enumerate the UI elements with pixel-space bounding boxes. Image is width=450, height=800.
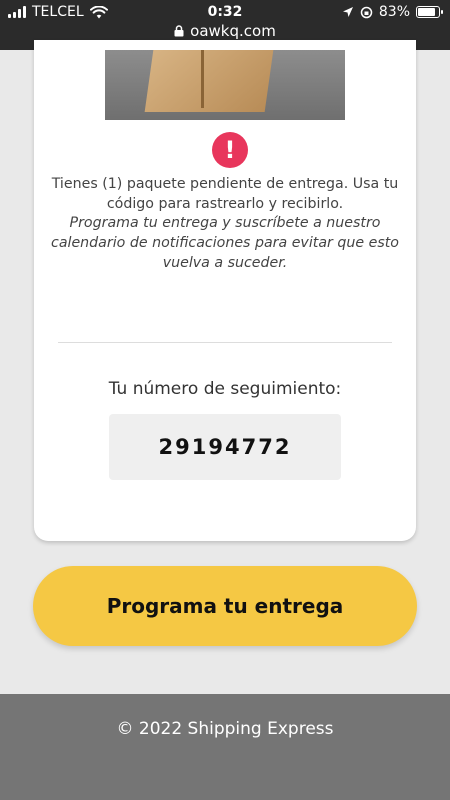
- lock-icon: [174, 25, 184, 37]
- battery-icon: [416, 6, 443, 18]
- footer-copyright: © 2022 Shipping Express: [116, 719, 334, 739]
- schedule-delivery-button[interactable]: Programa tu entrega: [33, 566, 417, 646]
- footer: © 2022 Shipping Express: [0, 694, 450, 800]
- status-right: 83%: [342, 4, 443, 20]
- package-image: [105, 50, 345, 120]
- orientation-lock-icon: [360, 6, 373, 18]
- tracking-label: Tu número de seguimiento:: [108, 379, 342, 399]
- address-bar[interactable]: oawkq.com: [0, 22, 450, 40]
- location-arrow-icon: [342, 7, 353, 17]
- url-text: oawkq.com: [190, 22, 276, 40]
- package-card: ! Tienes (1) paquete pendiente de entreg…: [34, 40, 416, 541]
- alert-icon: !: [212, 132, 248, 168]
- battery-level-fill: [418, 8, 435, 16]
- pending-notice: Tienes (1) paquete pendiente de entrega.…: [51, 176, 399, 212]
- divider: [58, 342, 392, 343]
- tracking-number: 29194772: [109, 414, 341, 480]
- schedule-notice: Programa tu entrega y suscríbete a nuest…: [51, 215, 399, 271]
- box-edge: [201, 50, 204, 108]
- cardboard-box: [144, 50, 274, 112]
- battery-percent: 83%: [378, 4, 410, 20]
